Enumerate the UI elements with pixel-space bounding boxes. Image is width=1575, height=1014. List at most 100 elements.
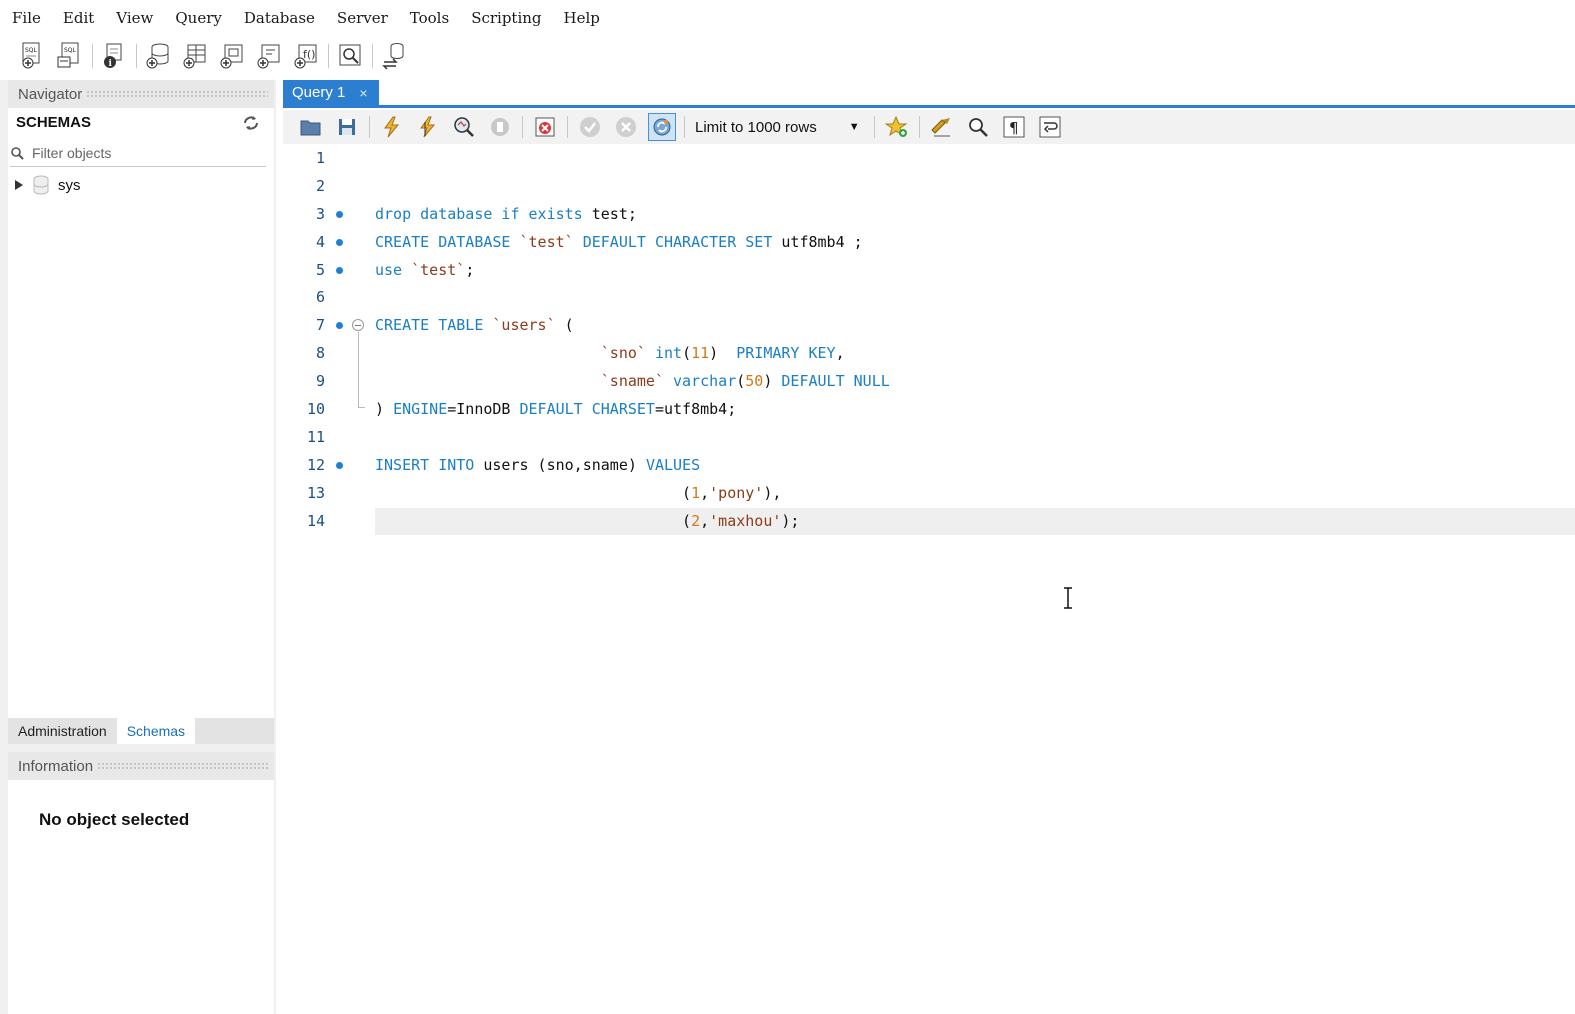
filter-objects-row (10, 139, 266, 167)
sql-string: `sname` (600, 372, 664, 391)
sql-keyword: DEFAULT NULL (781, 372, 890, 391)
code-line[interactable]: 5 use `test`; (283, 257, 1575, 285)
toolbar-separator (328, 44, 329, 68)
search-table-data-icon[interactable] (335, 41, 365, 71)
code-text: `sname` varchar(50) DEFAULT NULL (375, 368, 890, 396)
refresh-icon[interactable] (242, 114, 260, 132)
beautify-icon[interactable] (928, 113, 956, 141)
code-text: (1,'pony'), (375, 480, 781, 508)
menu-server[interactable]: Server (337, 9, 388, 27)
line-number: 7 (315, 316, 325, 335)
invisible-chars-icon[interactable]: ¶ (1000, 113, 1028, 141)
fold-collapse-icon[interactable] (352, 319, 364, 332)
open-sql-script-icon[interactable]: SQL (55, 41, 85, 71)
menu-query[interactable]: Query (175, 9, 221, 27)
sql-text: ), (763, 483, 782, 502)
inspector-icon[interactable]: i (99, 41, 129, 71)
code-line[interactable]: 1 (283, 145, 1575, 173)
navigator-bottom-tabs: Administration Schemas (8, 718, 274, 744)
line-number: 5 (315, 260, 325, 279)
code-line[interactable]: 7 CREATE TABLE `users` ( (283, 312, 1575, 341)
menu-tools[interactable]: Tools (410, 9, 449, 27)
create-procedure-icon[interactable] (254, 41, 284, 71)
execute-current-icon[interactable] (414, 113, 442, 141)
filter-objects-input[interactable] (32, 144, 252, 161)
code-line[interactable]: 8 `sno` int(11) PRIMARY KEY, (283, 340, 1575, 369)
code-text: `sno` int(11) PRIMARY KEY, (375, 340, 845, 368)
rollback-icon[interactable] (612, 113, 640, 141)
menu-file[interactable]: File (12, 9, 41, 27)
create-schema-icon[interactable] (143, 41, 173, 71)
line-number: 3 (315, 204, 325, 223)
bookmark-icon[interactable] (883, 113, 911, 141)
wrap-icon[interactable] (1036, 113, 1064, 141)
sql-string: `test` (519, 232, 574, 251)
information-title: Information (18, 757, 94, 775)
stop-icon[interactable] (486, 113, 514, 141)
code-line[interactable]: 6 (283, 284, 1575, 312)
create-table-icon[interactable] (180, 41, 210, 71)
svg-text:¶: ¶ (1009, 119, 1019, 137)
create-view-icon[interactable] (217, 41, 247, 71)
code-line[interactable]: 14 (2,'maxhou'); (283, 507, 1575, 536)
sql-number: 2 (691, 511, 701, 530)
code-line[interactable]: 4 CREATE DATABASE `test` DEFAULT CHARACTE… (283, 229, 1575, 257)
sql-text: ( (375, 511, 692, 530)
menu-edit[interactable]: Edit (63, 9, 94, 27)
line-number: 13 (306, 483, 325, 502)
create-function-icon[interactable]: f() (291, 41, 321, 71)
expand-arrow-icon[interactable] (14, 179, 24, 191)
toolbar-separator (372, 44, 373, 68)
sql-string: `test` (411, 260, 466, 279)
code-line[interactable]: 11 (283, 424, 1575, 452)
tab-administration[interactable]: Administration (8, 718, 117, 744)
svg-text:i: i (109, 59, 113, 69)
code-line[interactable]: 13 (1,'pony'), (283, 480, 1575, 508)
sql-string: `users` (492, 316, 556, 335)
menu-database[interactable]: Database (244, 9, 315, 27)
menu-bar: File Edit View Query Database Server Tools Scri… (0, 0, 1575, 36)
code-text: use `test`; (375, 257, 474, 285)
svg-text:SQL: SQL (25, 47, 38, 54)
open-file-icon[interactable] (297, 113, 325, 141)
execute-icon[interactable] (378, 113, 406, 141)
code-line[interactable]: 2 (283, 173, 1575, 201)
explain-icon[interactable] (450, 113, 478, 141)
sql-text: ( (555, 316, 574, 335)
code-line[interactable]: 12 INSERT INTO users (sno,sname) VALUES (283, 452, 1575, 480)
schema-tree-item-sys[interactable]: sys (14, 173, 81, 197)
limit-rows-select[interactable]: Limit to 1000 rows ▼ (693, 119, 860, 136)
navigator-title: Navigator (18, 85, 83, 103)
tab-query-1[interactable]: Query 1 × (283, 80, 379, 105)
code-line[interactable]: 3 drop database if exists test; (283, 201, 1575, 229)
fold-guide (358, 368, 359, 397)
autocommit-icon[interactable] (648, 113, 676, 141)
commit-icon[interactable] (576, 113, 604, 141)
toggle-error-icon[interactable] (531, 113, 559, 141)
line-number: 4 (315, 232, 325, 251)
sql-text: ) (763, 372, 782, 391)
menu-help[interactable]: Help (564, 9, 600, 27)
save-icon[interactable] (333, 113, 361, 141)
sql-text: users (sno,sname) (474, 455, 646, 474)
tab-schemas[interactable]: Schemas (116, 718, 196, 744)
close-icon[interactable]: × (359, 85, 367, 101)
sql-text: ) (709, 344, 737, 363)
sql-text: test; (582, 204, 637, 223)
find-icon[interactable] (964, 113, 992, 141)
reconnect-icon[interactable] (379, 41, 409, 71)
sql-number: 1 (691, 483, 701, 502)
menu-view[interactable]: View (116, 9, 153, 27)
new-sql-tab-icon[interactable]: SQL (18, 41, 48, 71)
sql-editor[interactable]: 1 2 3 drop database if exists test; 4 CREATE … (283, 145, 1575, 536)
line-number: 11 (306, 427, 325, 446)
code-line[interactable]: 9 `sname` varchar(50) DEFAULT NULL (283, 368, 1575, 397)
code-line[interactable]: 10) ENGINE=InnoDB DEFAULT CHARSET=utf8mb… (283, 396, 1575, 424)
sql-text: =utf8mb4; (654, 400, 737, 419)
sql-keyword: use (375, 260, 403, 279)
menu-scripting[interactable]: Scripting (471, 9, 541, 27)
